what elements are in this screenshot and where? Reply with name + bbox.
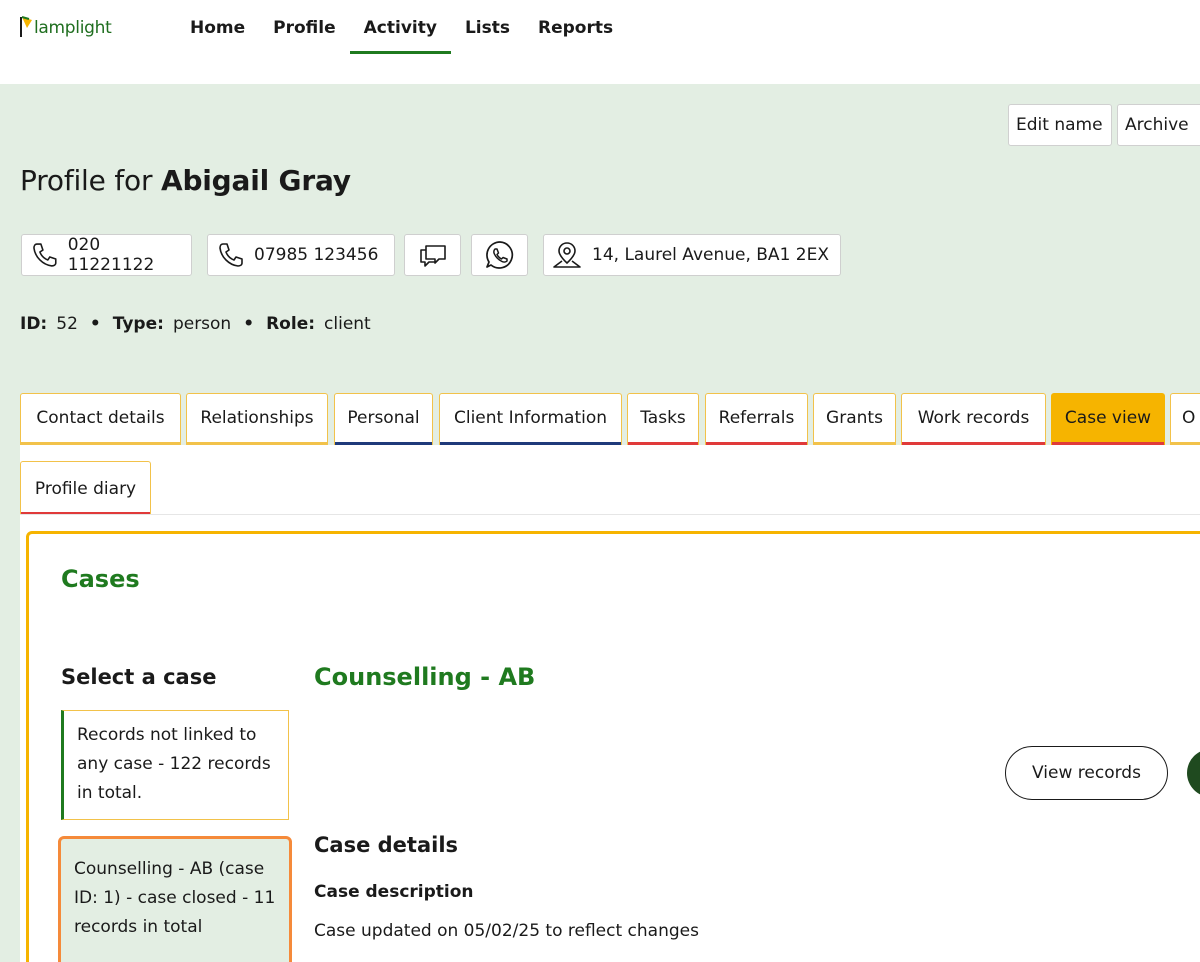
id-value: 52	[56, 314, 78, 334]
main-nav: Home Profile Activity Lists Reports	[176, 0, 627, 60]
nav-activity[interactable]: Activity	[349, 0, 451, 54]
phone-icon	[33, 243, 57, 267]
tab-referrals[interactable]: Referrals	[705, 393, 808, 445]
view-records-button[interactable]: View records	[1005, 746, 1168, 800]
page-title: Profile for Abigail Gray	[20, 164, 351, 197]
type-value: person	[172, 314, 232, 334]
tab-profile-diary[interactable]: Profile diary	[20, 461, 151, 515]
tab-relationships[interactable]: Relationships	[186, 393, 328, 445]
logo-text: lamplight	[34, 18, 112, 38]
role-value: client	[324, 314, 371, 334]
address-text: 14, Laurel Avenue, BA1 2EX	[592, 245, 829, 265]
tab-tasks[interactable]: Tasks	[627, 393, 699, 445]
tab-overflow[interactable]: O	[1170, 393, 1200, 445]
selected-case-title: Counselling - AB	[314, 663, 536, 691]
nav-reports[interactable]: Reports	[524, 0, 627, 54]
top-navigation-bar: lamplight Home Profile Activity Lists Re…	[0, 0, 1200, 84]
nav-profile[interactable]: Profile	[259, 0, 349, 54]
tab-grants[interactable]: Grants	[813, 393, 896, 445]
select-case-heading: Select a case	[61, 665, 217, 689]
tab-contact-details[interactable]: Contact details	[20, 393, 181, 445]
tab-divider	[20, 514, 1200, 515]
phone-chip-mobile[interactable]: 07985 123456	[207, 234, 395, 276]
tab-personal[interactable]: Personal	[334, 393, 433, 445]
title-prefix: Profile for	[20, 164, 153, 197]
lamplight-logo[interactable]: lamplight	[19, 14, 112, 38]
type-label: Type:	[112, 314, 164, 334]
profile-meta: ID: 52 • Type: person • Role: client	[20, 314, 371, 334]
tab-client-information[interactable]: Client Information	[439, 393, 622, 445]
map-pin-icon	[553, 242, 581, 268]
case-details-heading: Case details	[314, 833, 459, 857]
cases-title: Cases	[61, 565, 140, 593]
whatsapp-icon	[485, 241, 513, 269]
chat-icon	[419, 245, 446, 267]
whatsapp-button[interactable]	[471, 234, 528, 276]
lamp-icon	[20, 16, 32, 37]
nav-home[interactable]: Home	[176, 0, 259, 54]
archive-button[interactable]: Archive	[1117, 104, 1200, 146]
tab-case-view[interactable]: Case view	[1051, 393, 1165, 445]
case-description-text: Case updated on 05/02/25 to reflect chan…	[314, 921, 699, 941]
phone-number-2: 07985 123456	[254, 245, 379, 265]
edit-name-button[interactable]: Edit name	[1008, 104, 1112, 146]
phone-icon	[219, 243, 243, 267]
address-chip[interactable]: 14, Laurel Avenue, BA1 2EX	[543, 234, 841, 276]
nav-lists[interactable]: Lists	[451, 0, 524, 54]
profile-name: Abigail Gray	[160, 164, 351, 197]
meta-separator: •	[243, 314, 255, 334]
id-label: ID:	[20, 314, 48, 334]
role-label: Role:	[266, 314, 316, 334]
phone-chip-landline[interactable]: 020 11221122	[21, 234, 192, 276]
case-description-heading: Case description	[314, 882, 474, 902]
sms-button[interactable]	[404, 234, 461, 276]
case-item-unlinked[interactable]: Records not linked to any case - 122 rec…	[61, 710, 289, 820]
tab-work-records[interactable]: Work records	[901, 393, 1046, 445]
phone-number-1: 020 11221122	[67, 235, 155, 275]
meta-separator: •	[89, 314, 101, 334]
case-item-counselling[interactable]: Counselling - AB (case ID: 1) - case clo…	[58, 836, 292, 962]
